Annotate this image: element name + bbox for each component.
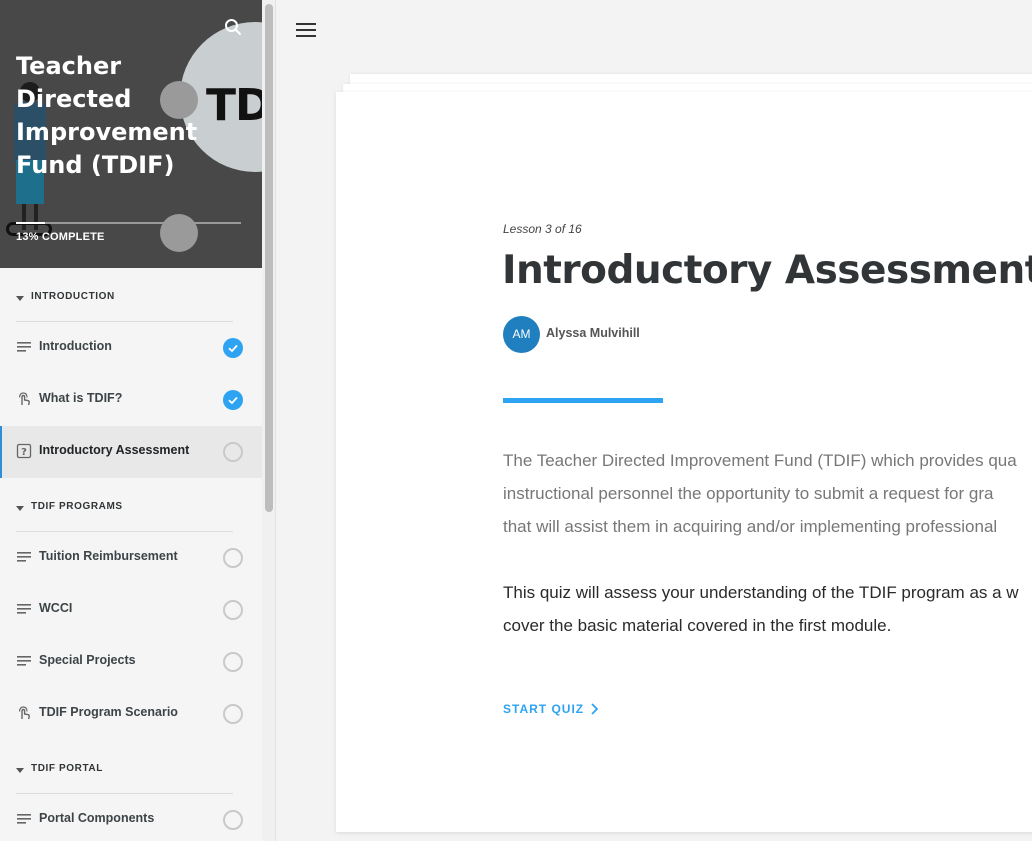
search-button[interactable] bbox=[222, 16, 244, 38]
sidebar-lesson-item[interactable]: Special Projects bbox=[0, 636, 262, 688]
lesson-card: Lesson 3 of 16 Introductory Assessment A… bbox=[336, 92, 1032, 832]
sidebar-lesson-item[interactable]: TDIF Program Scenario bbox=[0, 688, 262, 740]
empty-circle-icon bbox=[223, 548, 243, 568]
lesson-paragraph-2: This quiz will assess your understanding… bbox=[503, 576, 1032, 642]
start-quiz-label: START QUIZ bbox=[503, 702, 585, 716]
empty-circle-icon bbox=[223, 600, 243, 620]
course-hero: TD Teacher Directed Improvement Fund (TD… bbox=[0, 0, 262, 268]
quiz-icon: ? bbox=[16, 443, 32, 459]
paragraph-line: that will assist them in acquiring and/o… bbox=[503, 517, 998, 536]
lesson-item-title: What is TDIF? bbox=[39, 391, 123, 405]
empty-circle-icon bbox=[223, 442, 243, 462]
svg-text:?: ? bbox=[21, 447, 27, 458]
sidebar-lesson-item[interactable]: Introduction bbox=[0, 322, 262, 374]
lesson-item-title: Introduction bbox=[39, 339, 112, 353]
lesson-paragraph-1: The Teacher Directed Improvement Fund (T… bbox=[503, 444, 1032, 543]
empty-circle-icon bbox=[223, 652, 243, 672]
lesson-item-title: WCCI bbox=[39, 601, 73, 615]
start-quiz-button[interactable]: START QUIZ bbox=[503, 702, 599, 716]
author-avatar: AM bbox=[503, 316, 540, 353]
text-lines-icon bbox=[16, 811, 32, 827]
text-lines-icon bbox=[16, 339, 32, 355]
section-header[interactable]: INTRODUCTION bbox=[0, 268, 262, 322]
lesson-title: Introductory Assessment bbox=[502, 248, 1032, 293]
caret-down-icon bbox=[16, 506, 24, 511]
sidebar-lesson-item[interactable]: WCCI bbox=[0, 584, 262, 636]
accent-divider bbox=[503, 398, 663, 403]
caret-down-icon bbox=[16, 768, 24, 773]
section-header[interactable]: TDIF PORTAL bbox=[0, 740, 262, 794]
sidebar-lesson-item[interactable]: ? Introductory Assessment bbox=[0, 426, 262, 478]
course-progress-fill bbox=[16, 222, 46, 224]
lesson-item-title: Tuition Reimbursement bbox=[39, 549, 178, 563]
empty-circle-icon bbox=[223, 810, 243, 830]
author-name: Alyssa Mulvihill bbox=[546, 326, 640, 340]
decorative-dot bbox=[160, 214, 198, 252]
section-label: TDIF PROGRAMS bbox=[31, 501, 123, 512]
search-icon bbox=[225, 19, 241, 35]
section-label: INTRODUCTION bbox=[31, 291, 115, 302]
lesson-count: Lesson 3 of 16 bbox=[503, 222, 582, 236]
course-outline: INTRODUCTION Introduction What is TDIF?? In… bbox=[0, 268, 262, 841]
lesson-item-title: Portal Components bbox=[39, 811, 155, 825]
section-header[interactable]: TDIF PROGRAMS bbox=[0, 478, 262, 532]
text-lines-icon bbox=[16, 549, 32, 565]
course-title: Teacher Directed Improvement Fund (TDIF) bbox=[16, 52, 198, 179]
paragraph-line: The Teacher Directed Improvement Fund (T… bbox=[503, 451, 1017, 470]
lesson-item-title: Introductory Assessment bbox=[39, 443, 190, 457]
lesson-item-title: TDIF Program Scenario bbox=[39, 705, 178, 719]
course-progress-bar bbox=[16, 222, 241, 224]
sidebar-scrollbar[interactable] bbox=[262, 0, 276, 841]
check-circle-icon bbox=[223, 338, 243, 358]
sidebar-lesson-item[interactable]: Tuition Reimbursement bbox=[0, 532, 262, 584]
hamburger-icon bbox=[296, 23, 316, 37]
course-sidebar: TD Teacher Directed Improvement Fund (TD… bbox=[0, 0, 262, 841]
check-circle-icon bbox=[223, 390, 243, 410]
paragraph-line: cover the basic material covered in the … bbox=[503, 616, 892, 635]
interactive-touch-icon bbox=[16, 705, 32, 721]
section-label: TDIF PORTAL bbox=[31, 763, 103, 774]
chevron-right-icon bbox=[591, 703, 599, 715]
paragraph-line: This quiz will assess your understanding… bbox=[503, 583, 1019, 602]
empty-circle-icon bbox=[223, 704, 243, 724]
lesson-item-title: Special Projects bbox=[39, 653, 136, 667]
interactive-touch-icon bbox=[16, 391, 32, 407]
sidebar-scrollbar-thumb[interactable] bbox=[265, 4, 273, 512]
paragraph-line: instructional personnel the opportunity … bbox=[503, 484, 994, 503]
text-lines-icon bbox=[16, 601, 32, 617]
menu-button[interactable] bbox=[296, 22, 316, 38]
text-lines-icon bbox=[16, 653, 32, 669]
sidebar-lesson-item[interactable]: What is TDIF? bbox=[0, 374, 262, 426]
caret-down-icon bbox=[16, 296, 24, 301]
sidebar-lesson-item[interactable]: Portal Components bbox=[0, 794, 262, 841]
course-progress-label: 13% COMPLETE bbox=[16, 231, 105, 243]
